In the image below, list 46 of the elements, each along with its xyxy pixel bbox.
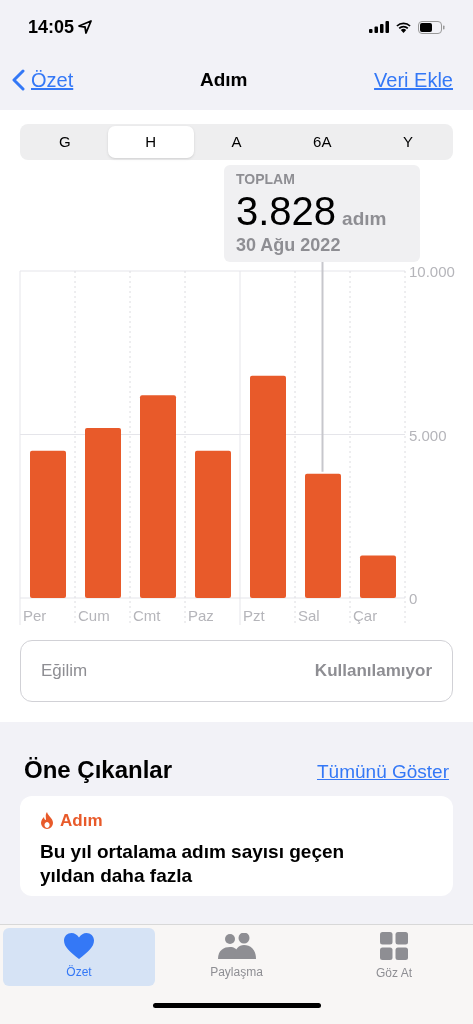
- location-arrow-icon: [78, 20, 93, 34]
- day-label: Sal: [298, 607, 320, 624]
- step-bar[interactable]: [195, 450, 231, 598]
- day-label: Pzt: [243, 607, 265, 624]
- add-data-link[interactable]: Veri Ekle: [374, 65, 453, 95]
- section-heading: Öne Çıkanlar: [24, 755, 173, 785]
- step-bar[interactable]: [140, 395, 176, 598]
- show-all-link[interactable]: Tümünü Göster: [317, 757, 449, 786]
- step-bar[interactable]: [305, 473, 341, 598]
- step-bar[interactable]: [250, 375, 286, 598]
- trend-value: Kullanılamıyor: [314, 660, 432, 683]
- card-text: Bu yıl ortalama adım sayısı geçen yıldan daha fazla: [40, 839, 346, 888]
- page-title: Adım: [199, 67, 248, 92]
- day-label: Paz: [188, 607, 214, 624]
- step-bar[interactable]: [85, 427, 121, 598]
- wifi-icon: [395, 21, 412, 33]
- trend-label: Eğilim: [41, 660, 88, 683]
- status-time: 14:05: [28, 15, 75, 39]
- segment-tab[interactable]: A: [193, 126, 280, 158]
- signal-icon: [369, 21, 389, 33]
- grid-icon: [380, 932, 408, 960]
- step-bar[interactable]: [30, 450, 66, 598]
- segment-tab[interactable]: H: [107, 126, 194, 158]
- axis-label: 5.000: [409, 426, 447, 444]
- tooltip-date: 30 Ağu 2022: [236, 235, 342, 255]
- people-icon: [216, 933, 257, 959]
- highlight-card[interactable]: Adım Bu yıl ortalama adım sayısı geçen yıldan daha fazla: [20, 796, 453, 896]
- tooltip-unit: adım: [342, 207, 387, 231]
- heart-icon: [64, 933, 94, 959]
- tooltip-value: 3.828: [236, 188, 337, 235]
- step-bar[interactable]: [360, 555, 396, 598]
- day-label: Cum: [78, 607, 110, 624]
- day-label: Cmt: [133, 607, 161, 624]
- chevron-left-icon: [12, 69, 25, 91]
- segment-tab[interactable]: G: [22, 126, 108, 158]
- tooltip-label: TOPLAM: [236, 171, 296, 187]
- flame-icon: [40, 812, 54, 830]
- day-label: Per: [23, 607, 47, 624]
- axis-label: 10.000: [409, 263, 455, 280]
- axis-label: 0: [409, 590, 418, 607]
- segment-tab[interactable]: 6A: [279, 126, 366, 158]
- battery-icon: [418, 20, 445, 34]
- day-label: Çar: [353, 607, 378, 624]
- back-link[interactable]: Özet: [12, 65, 74, 95]
- segment-tab[interactable]: Y: [365, 126, 451, 158]
- card-category: Adım: [60, 810, 103, 832]
